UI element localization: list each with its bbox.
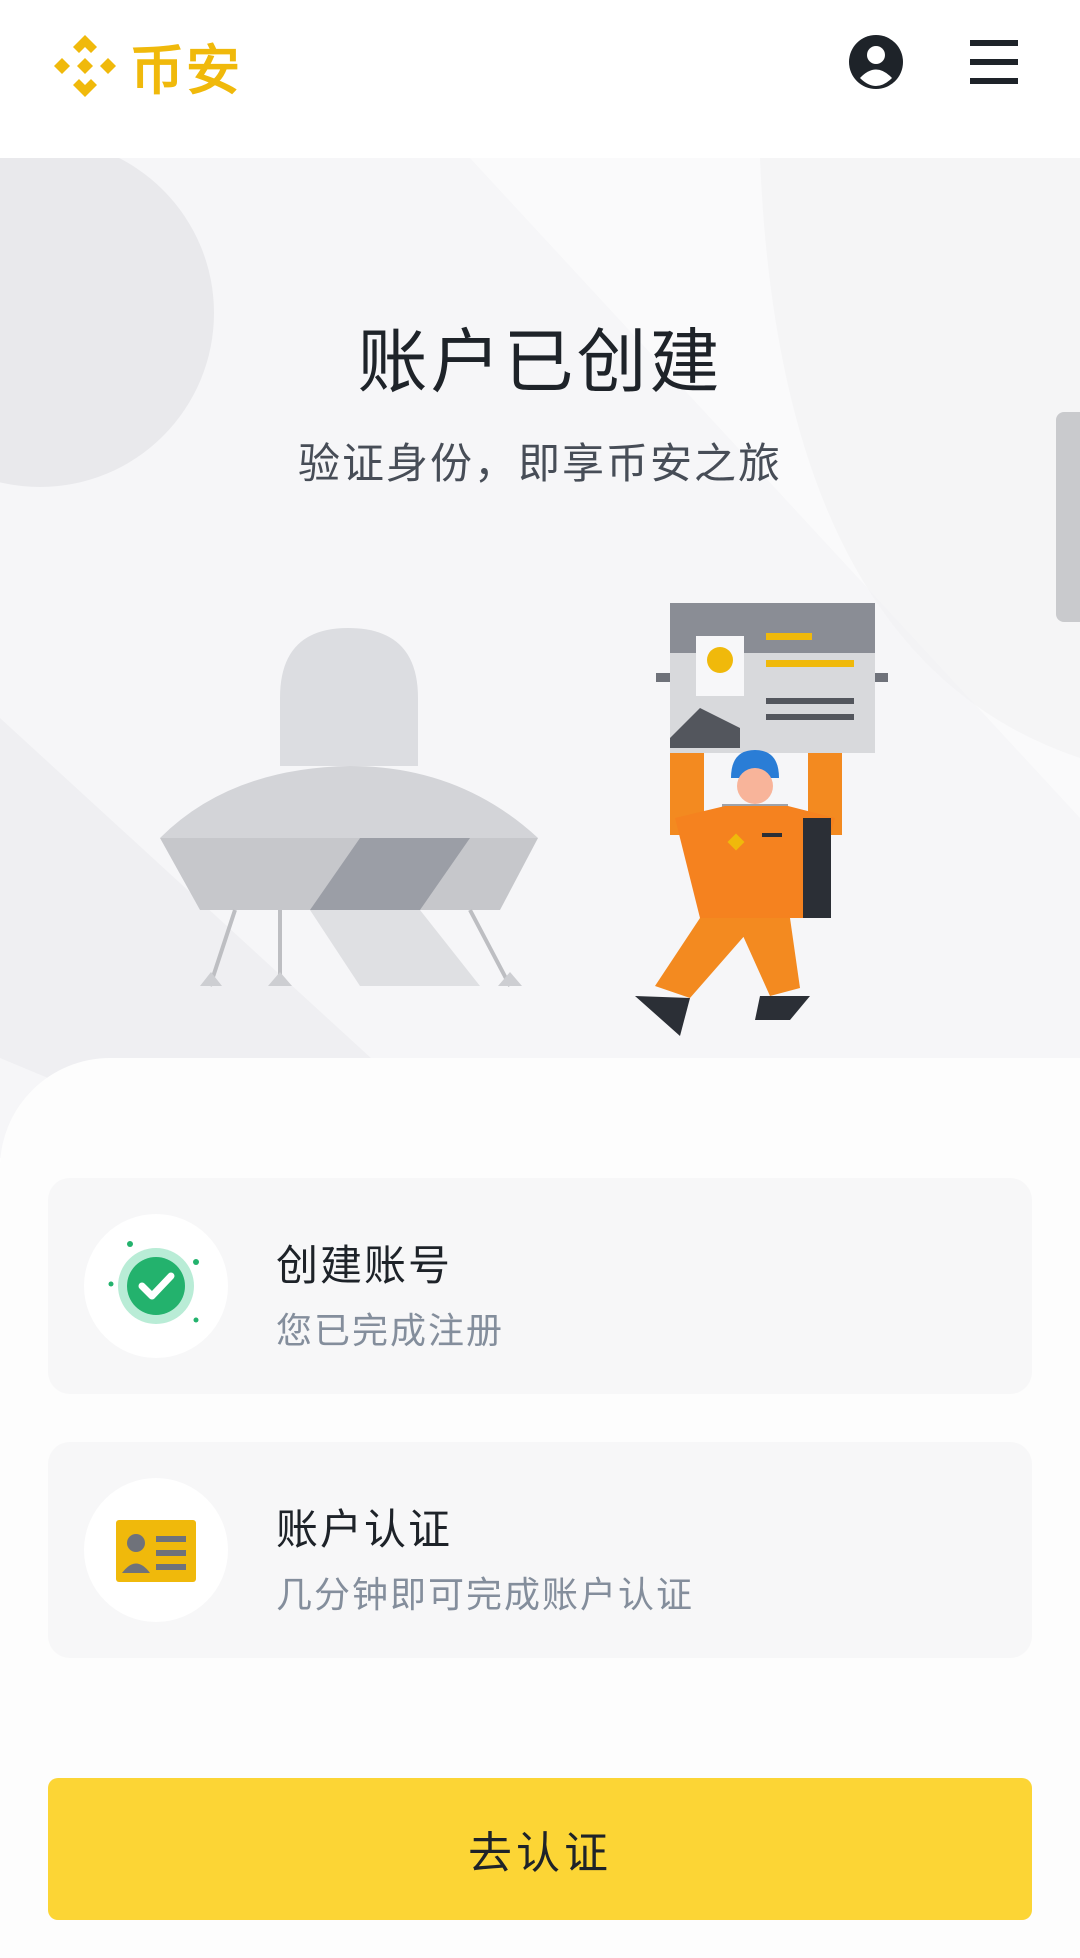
spaceship-icon — [160, 628, 538, 987]
step-card-create-account[interactable]: 创建账号 您已完成注册 — [48, 1178, 1032, 1394]
user-circle-icon[interactable] — [848, 34, 904, 90]
verify-button[interactable]: 去认证 — [48, 1778, 1032, 1920]
id-card-icon — [116, 1520, 196, 1582]
hero-section: 账户已创建 验证身份，即享币安之旅 — [0, 158, 1080, 1158]
step-icon-container — [84, 1214, 228, 1358]
step-icon-container — [84, 1478, 228, 1622]
step-description: 几分钟即可完成账户认证 — [276, 1575, 695, 1616]
brand-name: 币安 — [130, 39, 242, 102]
astronaut-with-id-card-icon — [635, 603, 888, 1036]
step-card-verify-account[interactable]: 账户认证 几分钟即可完成账户认证 — [48, 1442, 1032, 1658]
binance-logo-icon — [54, 34, 116, 97]
step-title: 创建账号 — [276, 1241, 453, 1290]
check-circle-icon — [108, 1241, 199, 1324]
astronaut-illustration — [160, 603, 888, 1036]
scrollbar-thumb[interactable] — [1056, 412, 1080, 622]
step-title: 账户认证 — [276, 1505, 453, 1554]
app-header: 币安 — [0, 0, 1080, 158]
hamburger-menu-icon[interactable] — [966, 34, 1022, 90]
step-description: 您已完成注册 — [276, 1311, 505, 1352]
binance-logo[interactable]: 币安 — [48, 26, 242, 105]
